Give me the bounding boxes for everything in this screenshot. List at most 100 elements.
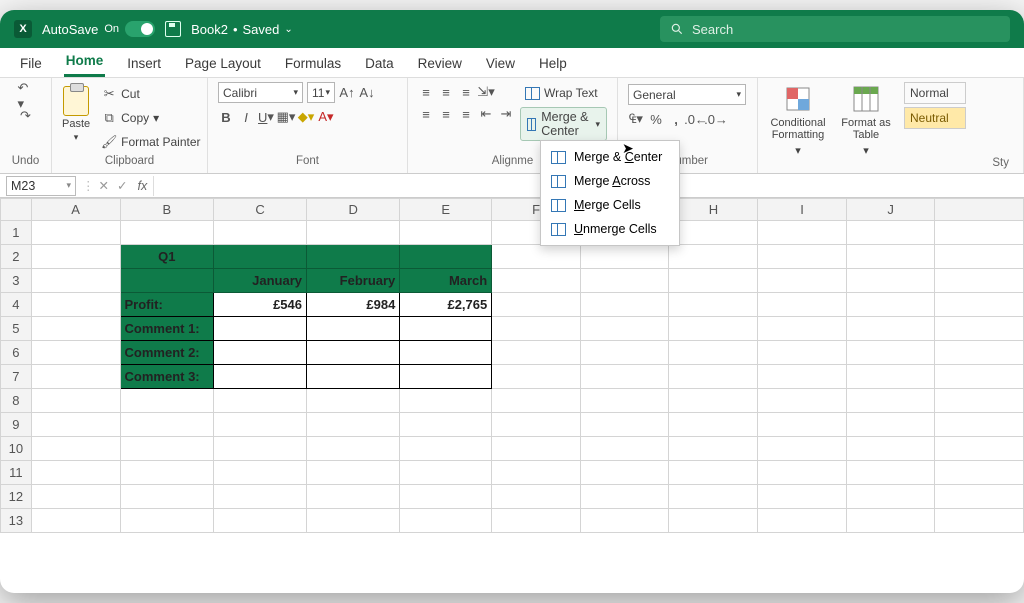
cell[interactable]	[31, 245, 120, 269]
cell[interactable]	[31, 221, 120, 245]
format-painter-button[interactable]: 🖌Format Painter	[96, 132, 205, 152]
cell[interactable]	[214, 413, 307, 437]
wrap-text-button[interactable]: Wrap Text	[520, 84, 607, 102]
tab-page-layout[interactable]: Page Layout	[183, 50, 263, 77]
toggle-switch-icon[interactable]	[125, 21, 155, 37]
merge-menu-item[interactable]: Unmerge Cells	[541, 217, 679, 241]
number-format-combo[interactable]: General▾	[628, 84, 746, 105]
cell[interactable]	[846, 389, 935, 413]
align-bottom-icon[interactable]: ≡	[458, 84, 474, 100]
document-title[interactable]: Book2 • Saved ⌄	[191, 22, 293, 37]
cell[interactable]	[307, 509, 400, 533]
conditional-formatting-button[interactable]: Conditional Formatting▾	[768, 82, 828, 157]
cell[interactable]	[400, 317, 492, 341]
cell[interactable]	[758, 317, 847, 341]
cell[interactable]	[935, 317, 1024, 341]
cell[interactable]	[120, 221, 214, 245]
cell[interactable]: Q1	[120, 245, 214, 269]
cell[interactable]	[31, 509, 120, 533]
column-header[interactable]: I	[758, 199, 847, 221]
cell[interactable]	[492, 293, 581, 317]
cell[interactable]	[31, 389, 120, 413]
cell[interactable]	[758, 413, 847, 437]
row-header[interactable]: 1	[1, 221, 32, 245]
merge-menu-item[interactable]: Merge Cells	[541, 193, 679, 217]
cell[interactable]	[669, 293, 758, 317]
align-top-icon[interactable]: ≡	[418, 84, 434, 100]
cell[interactable]	[307, 437, 400, 461]
cell[interactable]	[935, 293, 1024, 317]
cell[interactable]	[307, 317, 400, 341]
cell[interactable]	[758, 437, 847, 461]
cell[interactable]	[307, 389, 400, 413]
cell[interactable]	[669, 485, 758, 509]
cell[interactable]	[935, 341, 1024, 365]
row-header[interactable]: 13	[1, 509, 32, 533]
column-header[interactable]: D	[307, 199, 400, 221]
cell[interactable]	[400, 389, 492, 413]
tab-file[interactable]: File	[18, 50, 44, 77]
tab-insert[interactable]: Insert	[125, 50, 163, 77]
cell[interactable]	[31, 341, 120, 365]
cell[interactable]	[492, 317, 581, 341]
cell[interactable]	[492, 365, 581, 389]
cell[interactable]	[580, 413, 669, 437]
cell[interactable]	[214, 221, 307, 245]
cell[interactable]	[580, 509, 669, 533]
cell[interactable]	[307, 245, 400, 269]
cut-button[interactable]: ✂Cut	[96, 84, 205, 104]
column-header[interactable]: H	[669, 199, 758, 221]
cell[interactable]	[669, 461, 758, 485]
cell[interactable]	[846, 461, 935, 485]
fx-icon[interactable]: fx	[131, 179, 153, 193]
cell[interactable]	[214, 317, 307, 341]
cell[interactable]	[580, 389, 669, 413]
cell[interactable]	[120, 485, 214, 509]
cell[interactable]	[307, 413, 400, 437]
cell[interactable]	[214, 365, 307, 389]
save-icon[interactable]	[165, 21, 181, 37]
cell[interactable]	[492, 437, 581, 461]
cell[interactable]	[400, 245, 492, 269]
cell[interactable]	[214, 485, 307, 509]
row-header[interactable]: 6	[1, 341, 32, 365]
tab-home[interactable]: Home	[64, 47, 106, 77]
cell[interactable]: £2,765	[400, 293, 492, 317]
cell[interactable]	[935, 461, 1024, 485]
cell[interactable]	[214, 461, 307, 485]
cell[interactable]	[307, 461, 400, 485]
cell[interactable]	[669, 245, 758, 269]
cell[interactable]	[307, 221, 400, 245]
cell[interactable]	[580, 317, 669, 341]
cell[interactable]	[120, 509, 214, 533]
column-header[interactable]: A	[31, 199, 120, 221]
increase-font-icon[interactable]: A↑	[339, 85, 355, 101]
redo-icon[interactable]: ↷	[18, 108, 34, 124]
cell[interactable]: Comment 1:	[120, 317, 214, 341]
style-neutral[interactable]: Neutral	[904, 107, 966, 129]
cell[interactable]	[846, 509, 935, 533]
cell[interactable]	[580, 437, 669, 461]
row-header[interactable]: 12	[1, 485, 32, 509]
cell[interactable]	[846, 413, 935, 437]
cell[interactable]	[400, 365, 492, 389]
cell[interactable]	[580, 269, 669, 293]
cell[interactable]	[846, 341, 935, 365]
cell[interactable]	[31, 365, 120, 389]
cell[interactable]	[31, 461, 120, 485]
cell[interactable]	[935, 437, 1024, 461]
cell[interactable]	[31, 293, 120, 317]
cell[interactable]	[846, 317, 935, 341]
merge-menu-item[interactable]: Merge Across	[541, 169, 679, 193]
cell[interactable]	[669, 509, 758, 533]
cell[interactable]	[400, 461, 492, 485]
cell[interactable]	[31, 413, 120, 437]
cell[interactable]	[580, 341, 669, 365]
cell[interactable]	[120, 437, 214, 461]
cell[interactable]	[31, 485, 120, 509]
cell[interactable]	[492, 461, 581, 485]
row-header[interactable]: 7	[1, 365, 32, 389]
cell[interactable]	[400, 413, 492, 437]
increase-indent-icon[interactable]: ⇥	[498, 106, 514, 122]
cell[interactable]	[214, 341, 307, 365]
